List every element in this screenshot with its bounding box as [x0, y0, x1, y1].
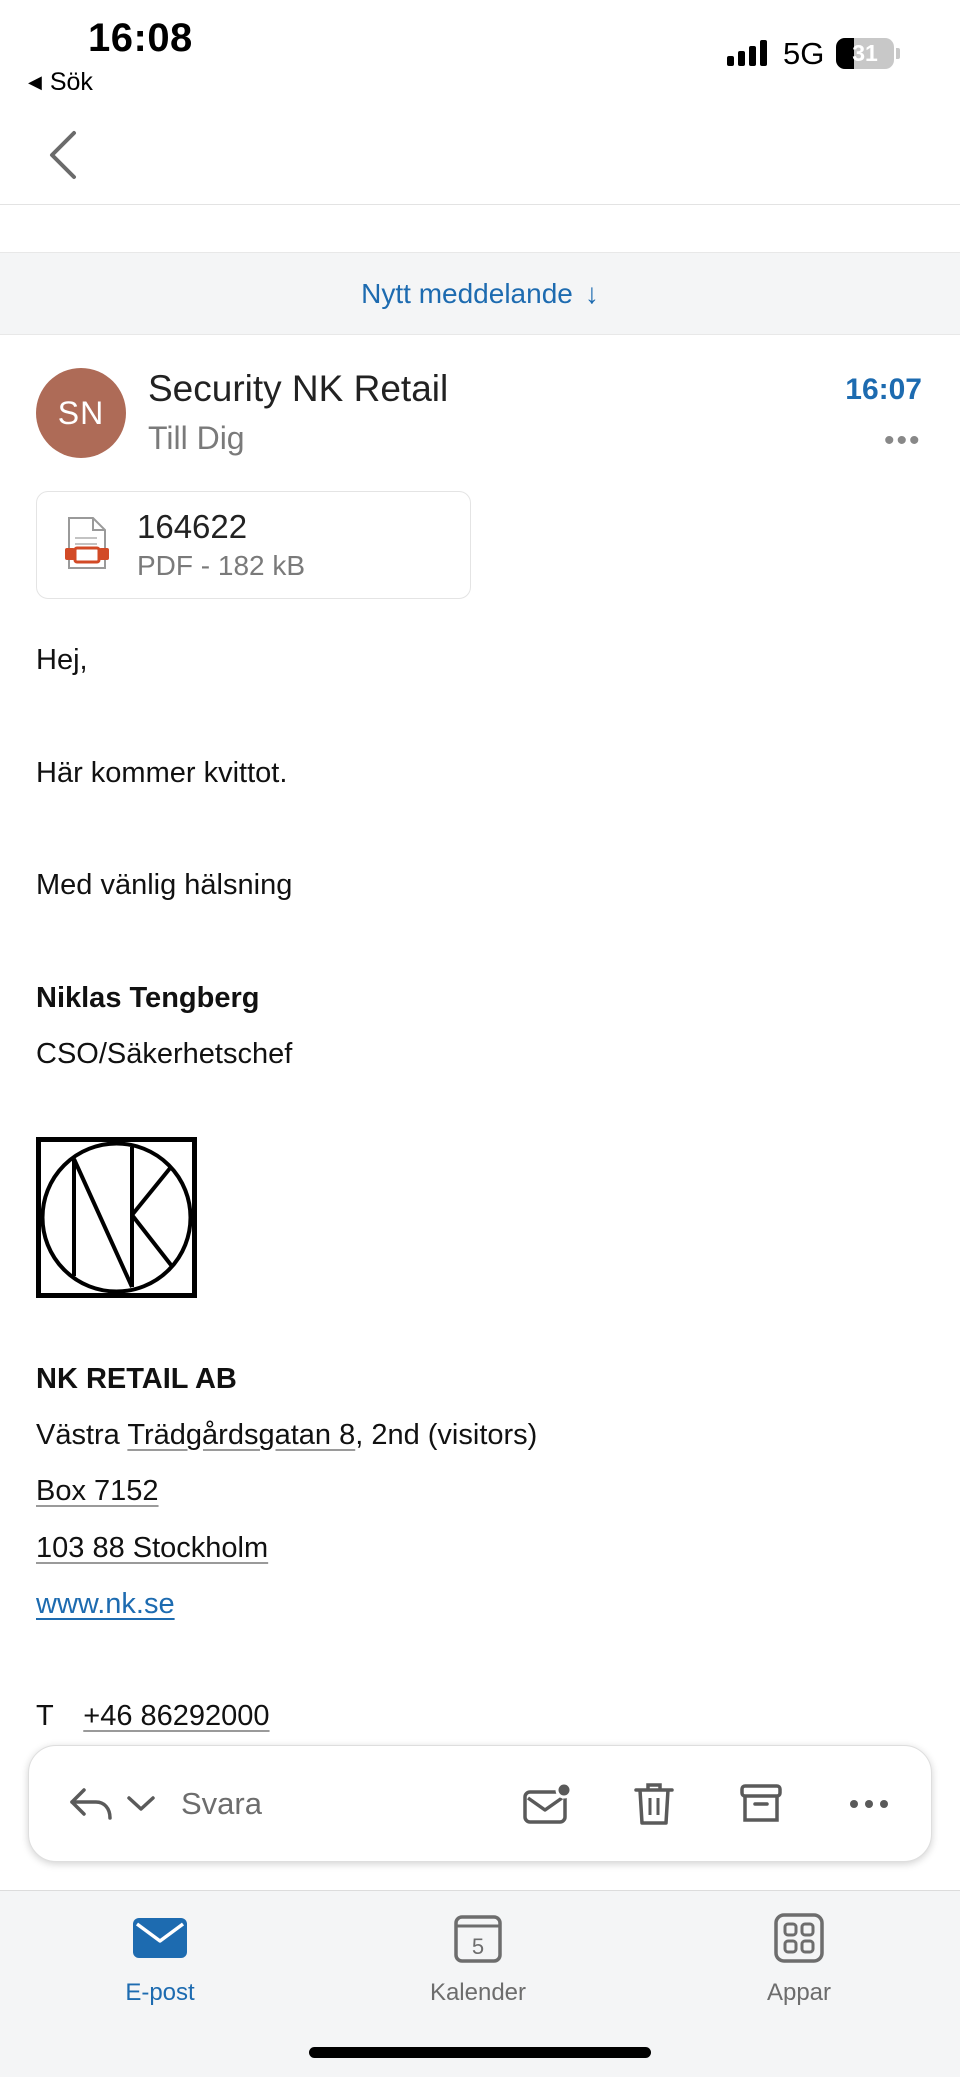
phone-link[interactable]: +46 86292000	[83, 1700, 269, 1732]
company-box-link[interactable]: Box 7152	[36, 1475, 159, 1508]
battery-icon: 31	[836, 38, 894, 69]
home-indicator[interactable]	[309, 2047, 651, 2058]
signature-name: Niklas Tengberg	[36, 982, 260, 1014]
body-line: Här kommer kvittot.	[36, 757, 288, 789]
back-triangle-icon: ◀	[28, 72, 42, 92]
tab-calendar[interactable]: 5 Kalender	[388, 1909, 568, 2007]
mail-unread-icon	[523, 1782, 572, 1824]
more-options-icon[interactable]: •••	[884, 424, 922, 458]
address-prefix: Västra	[36, 1419, 128, 1451]
back-app-label: Sök	[49, 68, 93, 96]
calendar-icon: 5	[454, 1915, 502, 1963]
sender-avatar[interactable]: SN	[36, 368, 126, 458]
status-bar: 16:08 ◀ Sök 5G 31	[0, 0, 960, 100]
arrow-down-icon: ↓	[584, 277, 599, 309]
tab-calendar-label: Kalender	[429, 1979, 527, 2006]
nk-logo	[36, 1137, 197, 1298]
archive-button[interactable]	[731, 1774, 791, 1834]
ellipsis-icon	[850, 1800, 888, 1808]
company-address: Västra Trädgårdsgatan 8, 2nd (visitors)	[36, 1419, 537, 1452]
body-greeting: Hej,	[36, 644, 88, 676]
back-to-app-link[interactable]: ◀ Sök	[28, 68, 93, 97]
recipient-label[interactable]: Till Dig	[148, 420, 245, 457]
sender-name[interactable]: Security NK Retail	[148, 368, 448, 410]
apps-grid-icon	[774, 1913, 824, 1963]
company-city-link[interactable]: 103 88 Stockholm	[36, 1532, 268, 1565]
attachment-name: 164622	[137, 508, 248, 545]
reply-label[interactable]: Svara	[181, 1786, 262, 1822]
reply-toolbar: Svara	[28, 1745, 932, 1862]
website-link[interactable]: www.nk.se	[36, 1588, 175, 1621]
tab-apps-label: Appar	[766, 1979, 832, 2006]
address-street-link[interactable]: Trädgårdsgatan 8	[127, 1419, 355, 1451]
new-message-banner[interactable]: Nytt meddelande ↓	[0, 252, 960, 335]
attachment-card[interactable]: 164622 PDF - 182 kB	[36, 491, 471, 599]
mark-unread-button[interactable]	[517, 1774, 577, 1834]
chevron-down-icon	[127, 1796, 155, 1811]
reply-icon	[70, 1788, 112, 1820]
tab-apps[interactable]: Appar	[709, 1909, 889, 2007]
calendar-day: 5	[472, 1934, 484, 1959]
attachment-meta: PDF - 182 kB	[137, 550, 306, 581]
reply-button[interactable]	[61, 1774, 121, 1834]
tab-mail-label: E-post	[125, 1979, 195, 2006]
delete-button[interactable]	[624, 1774, 684, 1834]
message-time: 16:07	[845, 373, 922, 406]
network-type: 5G	[783, 36, 825, 71]
archive-icon	[740, 1784, 782, 1822]
battery-level: 31	[852, 40, 878, 66]
signature-title: CSO/Säkerhetschef	[36, 1038, 293, 1070]
address-suffix: , 2nd (visitors)	[355, 1419, 538, 1451]
back-button[interactable]	[40, 125, 90, 185]
mail-icon	[133, 1918, 187, 1958]
phone-prefix: T	[36, 1700, 54, 1732]
status-time: 16:08	[88, 16, 193, 60]
cellular-signal-icon	[727, 40, 767, 66]
trash-icon	[634, 1783, 674, 1825]
battery-nub	[896, 48, 900, 59]
pdf-file-icon	[63, 516, 109, 577]
reply-options-button[interactable]	[121, 1774, 161, 1834]
new-message-label: Nytt meddelande	[361, 277, 573, 309]
tab-mail[interactable]: E-post	[70, 1909, 250, 2007]
more-actions-button[interactable]	[839, 1774, 899, 1834]
chevron-left-icon	[50, 131, 76, 179]
company-name: NK RETAIL AB	[36, 1363, 237, 1395]
phone-line: T +46 86292000	[36, 1700, 270, 1733]
nav-divider	[0, 204, 960, 205]
body-closing: Med vänlig hälsning	[36, 869, 293, 901]
